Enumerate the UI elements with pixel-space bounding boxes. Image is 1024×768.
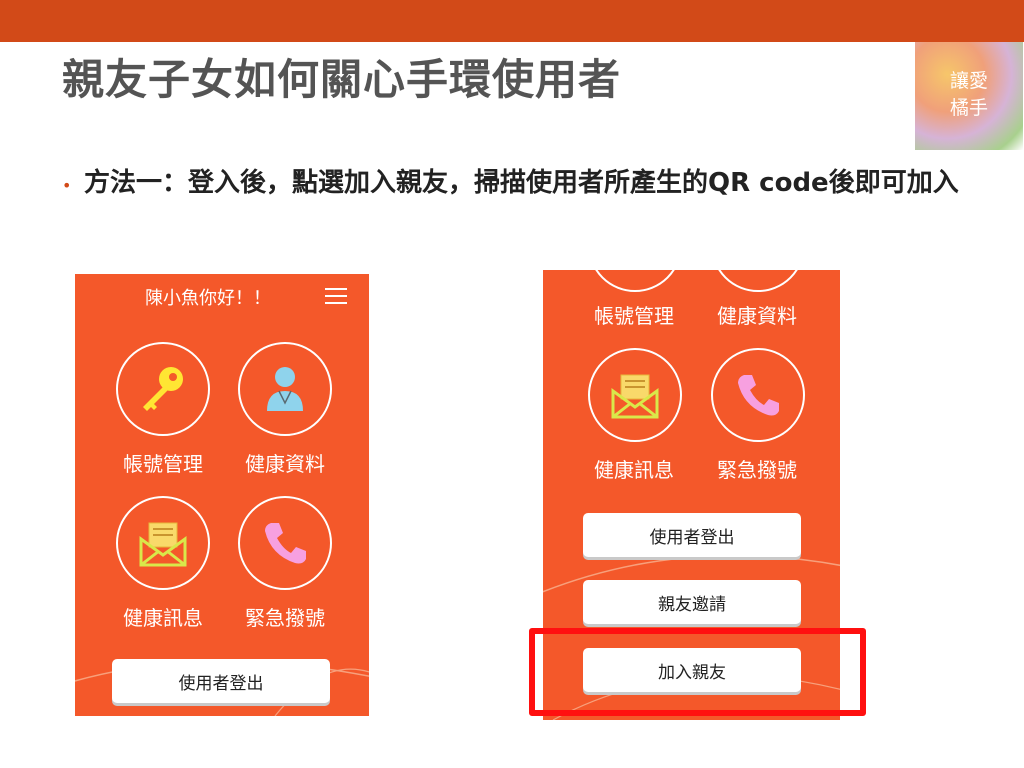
key-icon	[143, 367, 183, 411]
background-decoration	[75, 660, 369, 716]
greeting-text: 陳小魚你好！！	[145, 288, 271, 309]
person-icon	[267, 367, 303, 411]
logo-text: 讓愛 橘手	[949, 70, 988, 119]
phone-icon	[738, 375, 779, 416]
logout-button[interactable]: 使用者登出	[112, 659, 330, 703]
tile-label-health-message: 健康訊息	[123, 606, 203, 630]
tile-label-emergency: 緊急撥號	[245, 606, 325, 630]
health-data-button[interactable]	[711, 270, 805, 292]
envelope-icon	[139, 522, 187, 567]
bullet-text: 方法一：登入後，點選加入親友，掃描使用者所產生的QR code後即可加入	[84, 168, 959, 198]
top-accent-bar	[0, 0, 1024, 42]
health-message-button[interactable]	[588, 348, 682, 442]
tile-label-emergency: 緊急撥號	[717, 458, 797, 482]
envelope-icon	[611, 374, 659, 419]
add-friend-highlight-box	[529, 628, 866, 716]
friend-invite-button[interactable]: 親友邀請	[583, 580, 801, 624]
health-message-button[interactable]	[116, 496, 210, 590]
slide-title: 親友子女如何關心手環使用者	[62, 55, 622, 104]
tile-label-account: 帳號管理	[594, 304, 674, 328]
tile-label-health-data: 健康資料	[717, 304, 797, 328]
account-management-button[interactable]	[588, 270, 682, 292]
brand-logo: 讓愛 橘手	[915, 42, 1023, 150]
phone-icon	[265, 523, 306, 564]
emergency-call-button[interactable]	[711, 348, 805, 442]
app-screenshot-home: 陳小魚你好！！ 帳號管理 健康資料 健康訊息 緊急撥號 使用者登出	[75, 274, 369, 716]
emergency-call-button[interactable]	[238, 496, 332, 590]
account-management-button[interactable]	[116, 342, 210, 436]
health-data-button[interactable]	[238, 342, 332, 436]
logout-button[interactable]: 使用者登出	[583, 513, 801, 557]
tile-label-health-message: 健康訊息	[594, 458, 674, 482]
hamburger-menu-icon[interactable]	[325, 288, 347, 304]
bullet-marker: •	[62, 176, 72, 195]
tile-label-health-data: 健康資料	[245, 452, 325, 476]
tile-label-account: 帳號管理	[123, 452, 203, 476]
